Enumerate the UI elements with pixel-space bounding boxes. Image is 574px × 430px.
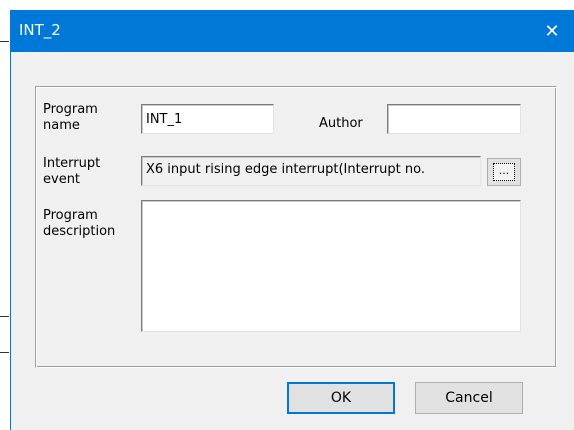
close-icon: ✕ (544, 20, 560, 42)
program-name-input[interactable] (141, 104, 274, 134)
dialog-window: INT_2 ✕ Program name Author Interrupt ev… (10, 10, 574, 430)
ok-button[interactable]: OK (287, 382, 395, 414)
program-description-textarea[interactable] (141, 200, 521, 332)
background-edge-mark (0, 316, 9, 317)
background-edge-mark (0, 41, 9, 42)
cancel-button[interactable]: Cancel (415, 382, 523, 414)
interrupt-event-label: Interrupt event (43, 156, 101, 187)
interrupt-event-field: X6 input rising edge interrupt(Interrupt… (141, 156, 481, 186)
program-description-label: Program description (43, 208, 116, 239)
title-bar[interactable]: INT_2 ✕ (11, 10, 574, 52)
browse-interrupt-button[interactable]: ... (487, 158, 521, 186)
background-edge-mark (0, 352, 9, 353)
ellipsis-icon: ... (493, 163, 515, 181)
program-name-label: Program name (43, 102, 98, 133)
close-button[interactable]: ✕ (529, 10, 574, 52)
author-input[interactable] (387, 104, 521, 134)
window-title: INT_2 (19, 21, 61, 39)
